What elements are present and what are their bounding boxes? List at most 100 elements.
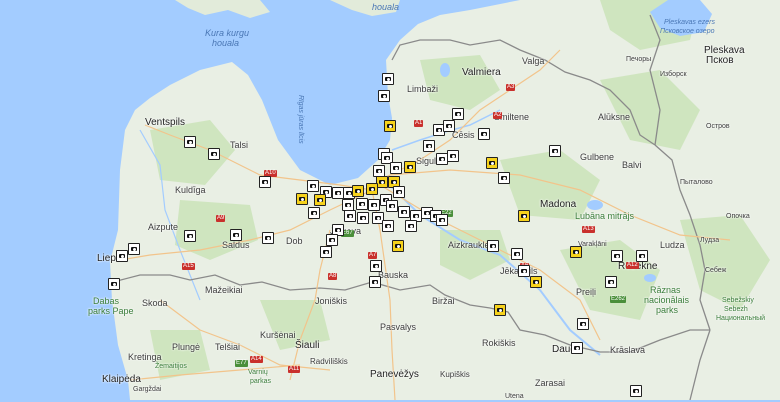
speed-camera-marker-yellow[interactable] bbox=[486, 157, 498, 169]
speed-camera-marker[interactable] bbox=[443, 120, 455, 132]
camera-icon bbox=[329, 238, 335, 242]
speed-camera-marker[interactable] bbox=[511, 248, 523, 260]
camera-icon bbox=[408, 224, 414, 228]
speed-camera-marker[interactable] bbox=[320, 246, 332, 258]
speed-camera-marker[interactable] bbox=[487, 240, 499, 252]
speed-camera-marker[interactable] bbox=[436, 214, 448, 226]
speed-camera-marker[interactable] bbox=[370, 260, 382, 272]
camera-icon bbox=[439, 157, 445, 161]
speed-camera-marker-yellow[interactable] bbox=[296, 193, 308, 205]
speed-camera-marker-yellow[interactable] bbox=[404, 161, 416, 173]
speed-camera-marker[interactable] bbox=[386, 200, 398, 212]
label-pskov-lake-ru: Псковское озеро bbox=[660, 28, 715, 35]
camera-icon bbox=[391, 180, 397, 184]
label-talsi: Talsi bbox=[230, 140, 249, 150]
speed-camera-marker-yellow[interactable] bbox=[494, 304, 506, 316]
label-razna-1: Rāznas bbox=[650, 285, 681, 295]
speed-camera-marker[interactable] bbox=[356, 198, 368, 210]
road-shield-a9: A9 bbox=[216, 215, 226, 222]
camera-icon bbox=[497, 308, 503, 312]
speed-camera-marker[interactable] bbox=[230, 229, 242, 241]
camera-icon bbox=[514, 252, 520, 256]
speed-camera-marker[interactable] bbox=[393, 186, 405, 198]
speed-camera-marker[interactable] bbox=[611, 250, 623, 262]
camera-icon bbox=[211, 152, 217, 156]
road-shield-a8: A8 bbox=[328, 273, 338, 280]
speed-camera-marker[interactable] bbox=[436, 153, 448, 165]
label-utena: Utena bbox=[505, 393, 524, 400]
speed-camera-marker[interactable] bbox=[368, 199, 380, 211]
speed-camera-marker[interactable] bbox=[184, 136, 196, 148]
speed-camera-marker[interactable] bbox=[549, 145, 561, 157]
label-preili: Preiļi bbox=[576, 287, 597, 297]
speed-camera-marker[interactable] bbox=[378, 90, 390, 102]
label-kura-gulf: Kura kurgu bbox=[205, 28, 250, 38]
speed-camera-marker[interactable] bbox=[571, 342, 583, 354]
road-shield-a13: A13 bbox=[582, 226, 595, 233]
speed-camera-marker-yellow[interactable] bbox=[384, 120, 396, 132]
speed-camera-marker-yellow[interactable] bbox=[392, 240, 404, 252]
speed-camera-marker[interactable] bbox=[405, 220, 417, 232]
camera-icon bbox=[311, 211, 317, 215]
speed-camera-marker-yellow[interactable] bbox=[314, 194, 326, 206]
speed-camera-marker[interactable] bbox=[498, 172, 510, 184]
speed-camera-marker[interactable] bbox=[636, 250, 648, 262]
speed-camera-marker[interactable] bbox=[382, 73, 394, 85]
speed-camera-marker[interactable] bbox=[369, 276, 381, 288]
speed-camera-marker[interactable] bbox=[398, 206, 410, 218]
label-lubanas: Lubāna mitrājs bbox=[575, 211, 635, 221]
camera-icon bbox=[614, 254, 620, 258]
speed-camera-marker[interactable] bbox=[452, 108, 464, 120]
camera-icon bbox=[347, 214, 353, 218]
speed-camera-marker[interactable] bbox=[344, 210, 356, 222]
camera-icon bbox=[395, 244, 401, 248]
speed-camera-marker[interactable] bbox=[116, 250, 128, 262]
camera-icon bbox=[384, 156, 390, 160]
speed-camera-marker[interactable] bbox=[184, 230, 196, 242]
camera-icon bbox=[439, 218, 445, 222]
speed-camera-marker[interactable] bbox=[423, 140, 435, 152]
speed-camera-marker-yellow[interactable] bbox=[518, 210, 530, 222]
label-bauska: Bauska bbox=[378, 270, 409, 280]
speed-camera-marker[interactable] bbox=[630, 385, 642, 397]
road-shield-a14: A14 bbox=[250, 356, 263, 363]
label-skuodas: Skoda bbox=[142, 298, 168, 308]
speed-camera-marker[interactable] bbox=[128, 243, 140, 255]
speed-camera-marker[interactable] bbox=[605, 276, 617, 288]
speed-camera-marker-yellow[interactable] bbox=[530, 276, 542, 288]
label-aluksne: Alūksne bbox=[598, 112, 631, 122]
camera-icon bbox=[490, 244, 496, 248]
camera-icon bbox=[262, 180, 268, 184]
speed-camera-marker-yellow[interactable] bbox=[570, 246, 582, 258]
label-kursenai: Kuršėnai bbox=[260, 330, 296, 340]
label-dobele: Dob bbox=[286, 236, 303, 246]
camera-icon bbox=[389, 204, 395, 208]
camera-icon bbox=[375, 216, 381, 220]
label-plunge: Plungė bbox=[172, 342, 201, 352]
speed-camera-marker[interactable] bbox=[308, 207, 320, 219]
speed-camera-marker[interactable] bbox=[478, 128, 490, 140]
speed-camera-marker[interactable] bbox=[108, 278, 120, 290]
speed-camera-marker[interactable] bbox=[307, 180, 319, 192]
speed-camera-marker[interactable] bbox=[357, 212, 369, 224]
speed-camera-marker-yellow[interactable] bbox=[366, 183, 378, 195]
speed-camera-marker[interactable] bbox=[259, 176, 271, 188]
speed-camera-marker[interactable] bbox=[382, 220, 394, 232]
lake-lubans bbox=[587, 200, 603, 210]
label-kupiskis: Kupiškis bbox=[440, 370, 470, 379]
speed-camera-marker[interactable] bbox=[390, 162, 402, 174]
speed-camera-marker[interactable] bbox=[577, 318, 589, 330]
speed-camera-marker[interactable] bbox=[326, 234, 338, 246]
camera-icon bbox=[436, 128, 442, 132]
speed-camera-marker[interactable] bbox=[208, 148, 220, 160]
speed-camera-marker[interactable] bbox=[447, 150, 459, 162]
camera-icon bbox=[131, 247, 137, 251]
camera-icon bbox=[385, 77, 391, 81]
camera-icon bbox=[413, 214, 419, 218]
camera-icon bbox=[187, 140, 193, 144]
speed-camera-marker-yellow[interactable] bbox=[352, 185, 364, 197]
label-klaipeda: Klaipėda bbox=[102, 374, 141, 385]
speed-camera-marker[interactable] bbox=[262, 232, 274, 244]
speed-camera-marker[interactable] bbox=[518, 265, 530, 277]
camera-icon bbox=[335, 191, 341, 195]
